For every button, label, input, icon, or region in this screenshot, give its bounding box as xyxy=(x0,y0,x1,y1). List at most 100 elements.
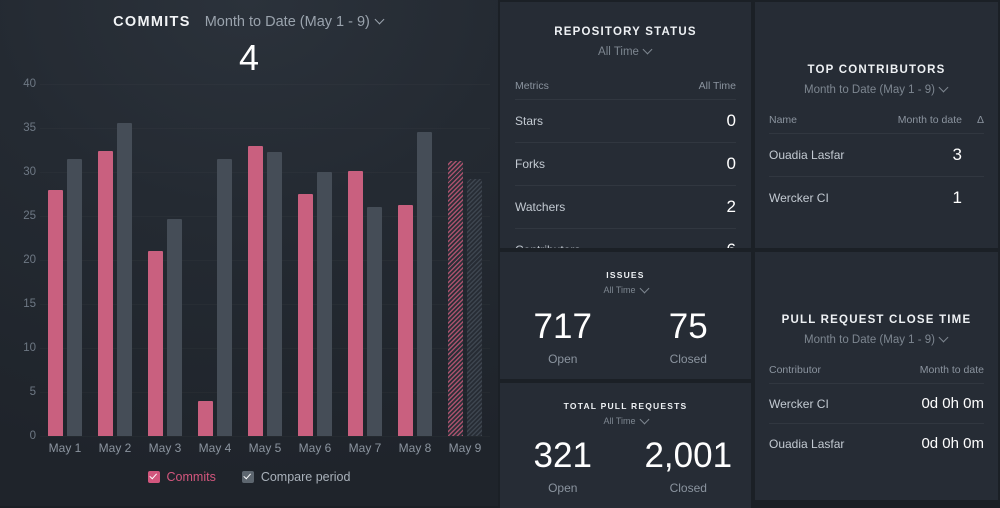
top-contributors-table: Name Month to date Δ Ouadia Lasfar 3 Werck… xyxy=(769,114,984,219)
bar-commits[interactable] xyxy=(348,171,363,436)
bar-group[interactable] xyxy=(240,84,290,436)
chevron-down-icon xyxy=(376,16,385,25)
issues-card: ISSUES All Time 717 Open 75 Closed xyxy=(500,252,751,379)
y-axis-tick-label: 30 xyxy=(23,166,36,178)
bar-compare-period[interactable] xyxy=(317,172,332,436)
dashboard: COMMITS Month to Date (May 1 - 9) 4 0 5 10… xyxy=(0,0,1000,508)
y-axis-tick-label: 35 xyxy=(23,122,36,134)
pull-requests-open-stat: 321 Open xyxy=(500,438,626,495)
bar-compare-period[interactable] xyxy=(217,158,232,436)
checkbox-compare-period[interactable] xyxy=(241,471,254,483)
bar-group[interactable] xyxy=(390,84,440,436)
legend-item-commits[interactable]: Commits xyxy=(147,470,216,484)
bar-group[interactable] xyxy=(190,84,240,436)
bar-compare-period[interactable] xyxy=(467,179,482,436)
bar-group[interactable] xyxy=(40,84,90,436)
legend-label-commits: Commits xyxy=(166,470,216,484)
bar-commits[interactable] xyxy=(298,194,313,436)
commits-header: COMMITS Month to Date (May 1 - 9) xyxy=(0,14,498,30)
total-pull-requests-range-selector[interactable]: All Time xyxy=(500,411,751,426)
x-axis-tick-label: May 2 xyxy=(98,441,132,455)
bar-group[interactable] xyxy=(440,84,490,436)
checkbox-commits[interactable] xyxy=(147,471,160,483)
bar-commits[interactable] xyxy=(48,189,63,436)
top-contributors-range-label: Month to Date (May 1 - 9) xyxy=(803,84,936,96)
bar-commits[interactable] xyxy=(448,160,463,436)
row-label: Watchers xyxy=(515,185,656,229)
table-row[interactable]: Wercker CI 1 xyxy=(769,176,984,219)
issues-open-stat: 717 Open xyxy=(500,309,626,366)
gridline xyxy=(40,436,490,437)
bar-compare-period[interactable] xyxy=(367,207,382,436)
commits-range-selector[interactable]: Month to Date (May 1 - 9) xyxy=(205,14,385,30)
bar-group[interactable] xyxy=(90,84,140,436)
row-value: 0 xyxy=(655,142,736,186)
issues-range-label: All Time xyxy=(603,285,636,295)
issues-range-selector[interactable]: All Time xyxy=(500,280,751,295)
table-row[interactable]: Stars 0 xyxy=(515,99,736,143)
top-contributors-card: TOP CONTRIBUTORS Month to Date (May 1 - … xyxy=(755,2,998,248)
bar-compare-period[interactable] xyxy=(267,151,282,436)
bar-commits[interactable] xyxy=(148,251,163,436)
row-delta xyxy=(962,133,984,177)
y-axis-tick-label: 5 xyxy=(29,386,36,398)
bar-compare-period[interactable] xyxy=(117,122,132,436)
bar-group[interactable] xyxy=(140,84,190,436)
row-label: Wercker CI xyxy=(769,176,874,219)
issues-closed-stat: 75 Closed xyxy=(626,309,752,366)
pull-request-close-time-range-selector[interactable]: Month to Date (May 1 - 9) xyxy=(755,326,998,346)
total-pull-requests-card: TOTAL PULL REQUESTS All Time 321 Open 2,… xyxy=(500,383,751,508)
column-header-month-to-date: Month to date xyxy=(897,114,962,126)
table-row[interactable]: Watchers 2 xyxy=(515,185,736,229)
y-axis-tick-label: 10 xyxy=(23,342,36,354)
table-row[interactable]: Wercker CI 0d 0h 0m xyxy=(769,383,984,424)
column-header-delta: Δ xyxy=(976,114,984,126)
legend-item-compare-period[interactable]: Compare period xyxy=(241,470,350,484)
pull-requests-closed-stat: 2,001 Closed xyxy=(626,438,752,495)
chevron-down-icon xyxy=(641,285,648,292)
chevron-down-icon xyxy=(644,46,653,55)
bar-compare-period[interactable] xyxy=(67,158,82,436)
table-row[interactable]: Contributors6 xyxy=(515,228,736,248)
repository-status-table: Metrics All Time Stars0Forks0Watchers2Co… xyxy=(515,80,736,248)
row-value: 6 xyxy=(655,228,736,248)
commits-plot: 0 5 10 15 20 25 30 35 40 xyxy=(0,78,498,442)
row-value: 0 xyxy=(655,99,736,143)
top-contributors-range-selector[interactable]: Month to Date (May 1 - 9) xyxy=(755,76,998,96)
y-axis-tick-label: 0 xyxy=(29,430,36,442)
pull-request-close-time-title: PULL REQUEST CLOSE TIME xyxy=(781,314,972,326)
x-axis-tick-label: May 4 xyxy=(198,441,232,455)
chevron-down-icon xyxy=(641,416,648,423)
table-row[interactable]: Forks 0 xyxy=(515,142,736,186)
x-axis-tick-label: May 1 xyxy=(48,441,82,455)
row-label: Ouadia Lasfar xyxy=(769,423,886,463)
column-header-month-to-date: Month to date xyxy=(919,364,984,376)
pull-request-close-time-range-label: Month to Date (May 1 - 9) xyxy=(803,334,936,346)
table-row[interactable]: Ouadia Lasfar 0d 0h 0m xyxy=(769,423,984,463)
x-axis-tick-label: May 5 xyxy=(248,441,282,455)
x-axis-tick-label: May 7 xyxy=(348,441,382,455)
y-axis-tick-label: 25 xyxy=(23,210,36,222)
bar-compare-period[interactable] xyxy=(167,218,182,436)
issues-open-value: 717 xyxy=(533,307,592,346)
bar-group[interactable] xyxy=(290,84,340,436)
metrics-column-middle: REPOSITORY STATUS All Time Metrics All T… xyxy=(498,0,753,508)
bar-group[interactable] xyxy=(340,84,390,436)
repository-status-range-selector[interactable]: All Time xyxy=(500,38,751,58)
commits-panel: COMMITS Month to Date (May 1 - 9) 4 0 5 10… xyxy=(0,0,498,506)
total-pull-requests-range-label: All Time xyxy=(603,416,636,426)
top-contributors-title: TOP CONTRIBUTORS xyxy=(807,64,946,76)
x-axis-tick-label: May 3 xyxy=(148,441,182,455)
issues-title: ISSUES xyxy=(606,270,645,280)
bar-commits[interactable] xyxy=(98,150,113,436)
bar-compare-period[interactable] xyxy=(417,131,432,436)
bar-commits[interactable] xyxy=(398,205,413,436)
issues-closed-label: Closed xyxy=(669,352,707,366)
chart-x-axis: May 1 May 2 May 3 May 4 May 5 May 6 May 7 May 8… xyxy=(40,441,490,455)
pull-requests-open-label: Open xyxy=(548,481,578,495)
row-value: 0d 0h 0m xyxy=(885,383,984,424)
column-header-all-time: All Time xyxy=(698,80,736,92)
table-row[interactable]: Ouadia Lasfar 3 xyxy=(769,133,984,177)
bar-commits[interactable] xyxy=(248,145,263,436)
bar-commits[interactable] xyxy=(198,400,213,436)
